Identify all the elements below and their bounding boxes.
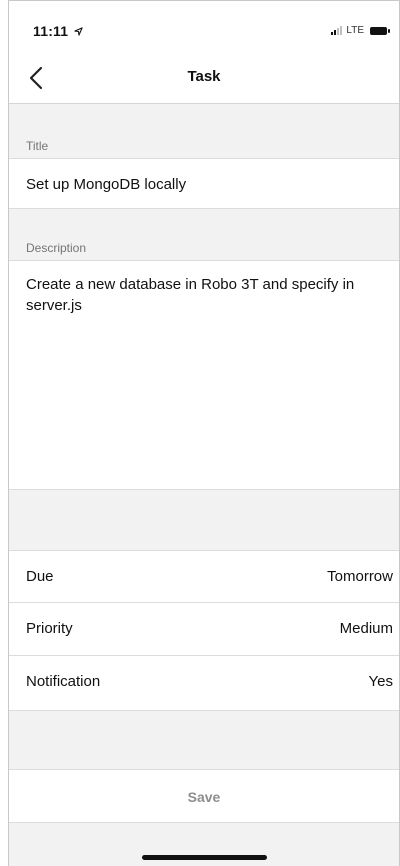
due-label: Due [26, 568, 54, 585]
description-field[interactable]: Create a new database in Robo 3T and spe… [9, 260, 399, 490]
priority-row[interactable]: Priority Medium [9, 602, 399, 656]
description-section-label: Description [26, 241, 87, 255]
location-arrow-icon [74, 23, 83, 39]
due-value: Tomorrow [327, 568, 393, 585]
title-section-label: Title [26, 139, 49, 153]
description-field-value: Create a new database in Robo 3T and spe… [26, 276, 355, 314]
notification-row[interactable]: Notification Yes [9, 655, 399, 711]
cellular-signal-icon [331, 26, 343, 35]
network-type-text: LTE [346, 25, 364, 36]
notification-label: Notification [26, 673, 101, 690]
navigation-bar: Task [9, 51, 399, 104]
title-field-value: Set up MongoDB locally [26, 176, 187, 193]
save-button-label: Save [187, 789, 221, 805]
status-time-text: 11:11 [33, 23, 69, 39]
priority-value: Medium [339, 620, 393, 637]
status-bar: 11:11 LTE [9, 1, 399, 51]
due-row[interactable]: Due Tomorrow [9, 550, 399, 603]
home-indicator [142, 855, 267, 860]
save-button[interactable]: Save [9, 769, 399, 823]
priority-label: Priority [26, 620, 73, 637]
task-screen: 11:11 LTE Task Title Set up MongoDB loca… [8, 0, 400, 866]
battery-icon [370, 26, 390, 35]
page-title: Task [187, 68, 221, 85]
title-field[interactable]: Set up MongoDB locally [9, 158, 399, 209]
status-time: 11:11 [33, 23, 83, 39]
status-indicators: LTE [331, 25, 390, 36]
notification-value: Yes [368, 673, 393, 690]
